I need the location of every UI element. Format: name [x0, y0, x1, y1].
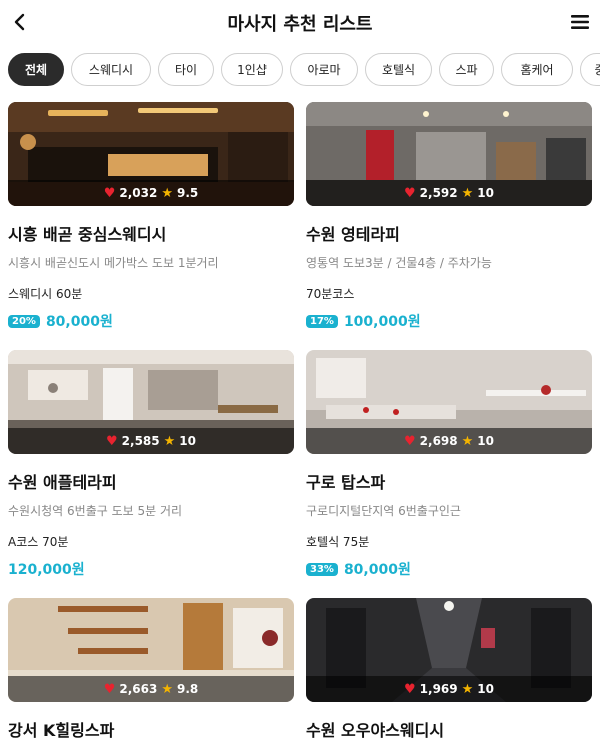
category-chip-thai[interactable]: 타이: [158, 53, 214, 86]
hamburger-menu-icon: [571, 15, 589, 29]
likes-count: 2,698: [419, 434, 458, 448]
price-row: 20% 80,000원: [8, 311, 294, 331]
rating-score: 9.5: [177, 186, 199, 200]
shop-card[interactable]: ♥ 2,592 ★ 10 수원 영테라피 영통역 도보3분 / 건물4층 / 주…: [306, 102, 592, 331]
star-icon: ★: [461, 433, 474, 449]
shop-location: 영통역 도보3분 / 건물4층 / 주차가능: [306, 256, 492, 270]
heart-icon: ♥: [103, 185, 116, 201]
category-chip-aroma[interactable]: 아로마: [290, 53, 358, 86]
shop-card[interactable]: ♥ 1,969 ★ 10 수원 오우야스웨디시: [306, 598, 592, 740]
likes-count: 2,663: [119, 682, 158, 696]
category-chip-private-shop[interactable]: 1인샵: [221, 53, 283, 86]
shop-thumbnail: ♥ 2,585 ★ 10: [8, 350, 294, 454]
price-row: 33% 80,000원: [306, 559, 592, 579]
rating-score: 10: [477, 682, 494, 696]
star-icon: ★: [161, 185, 173, 201]
page-title: 마사지 추천 리스트: [227, 14, 373, 35]
shop-name: 수원 애플테라피: [8, 473, 117, 492]
star-icon: ★: [461, 185, 474, 201]
category-chip-more[interactable]: 중: [580, 53, 600, 86]
heart-icon: ♥: [106, 433, 118, 449]
course-name: 70분코스: [306, 287, 355, 301]
shop-thumbnail: ♥ 2,032 ★ 9.5: [8, 102, 294, 206]
shop-card[interactable]: ♥ 2,032 ★ 9.5 시흥 배곧 중심스웨디시 시흥시 배곧신도시 메가박…: [8, 102, 294, 331]
discount-badge: 17%: [306, 314, 338, 328]
rating-score: 9.8: [177, 682, 199, 696]
price: 80,000원: [45, 314, 113, 330]
category-chip-homecare[interactable]: 홈케어: [501, 53, 573, 86]
discount-badge: 20%: [8, 314, 40, 328]
shop-card[interactable]: ♥ 2,663 ★ 9.8 강서 K힐링스파: [8, 598, 294, 740]
star-icon: ★: [163, 433, 176, 449]
shop-name: 강서 K힐링스파: [8, 721, 115, 740]
shop-name: 시흥 배곧 중심스웨디시: [8, 225, 167, 244]
rating-score: 10: [477, 434, 494, 448]
category-filter-bar: 전체 스웨디시 타이 1인샵 아로마 호텔식 스파 홈케어 중: [8, 53, 600, 86]
rating-bar: ♥ 2,032 ★ 9.5: [8, 180, 294, 206]
rating-bar: ♥ 2,585 ★ 10: [8, 428, 294, 454]
likes-count: 2,585: [121, 434, 160, 448]
likes-count: 2,592: [419, 186, 458, 200]
rating-bar: ♥ 2,592 ★ 10: [306, 180, 592, 206]
shop-name: 수원 오우야스웨디시: [306, 721, 445, 740]
heart-icon: ♥: [404, 433, 416, 449]
shop-thumbnail: ♥ 2,663 ★ 9.8: [8, 598, 294, 702]
shop-name: 수원 영테라피: [306, 225, 400, 244]
category-chip-spa[interactable]: 스파: [439, 53, 494, 86]
shop-location: 시흥시 배곧신도시 메가박스 도보 1분거리: [8, 256, 219, 270]
discount-badge: 33%: [306, 562, 338, 576]
course-name: 호텔식 75분: [306, 535, 370, 549]
likes-count: 2,032: [119, 186, 158, 200]
heart-icon: ♥: [103, 681, 116, 697]
course-name: A코스 70분: [8, 535, 69, 549]
app-header: 마사지 추천 리스트: [0, 0, 600, 44]
menu-button[interactable]: [570, 12, 590, 32]
rating-score: 10: [179, 434, 196, 448]
heart-icon: ♥: [404, 185, 416, 201]
heart-icon: ♥: [404, 681, 416, 697]
category-chip-all[interactable]: 전체: [8, 53, 64, 86]
rating-bar: ♥ 2,698 ★ 10: [306, 428, 592, 454]
rating-score: 10: [477, 186, 494, 200]
price: 80,000원: [343, 562, 411, 578]
rating-bar: ♥ 2,663 ★ 9.8: [8, 676, 294, 702]
shop-thumbnail: ♥ 2,592 ★ 10: [306, 102, 592, 206]
shop-card[interactable]: ♥ 2,698 ★ 10 구로 탑스파 구로디지털단지역 6번출구인근 호텔식 …: [306, 350, 592, 579]
category-chip-hotel[interactable]: 호텔식: [365, 53, 432, 86]
shop-thumbnail: ♥ 1,969 ★ 10: [306, 598, 592, 702]
shop-thumbnail: ♥ 2,698 ★ 10: [306, 350, 592, 454]
shop-location: 수원시청역 6번출구 도보 5분 거리: [8, 504, 183, 518]
star-icon: ★: [161, 681, 173, 697]
likes-count: 1,969: [419, 682, 458, 696]
price: 100,000원: [343, 314, 421, 330]
shop-name: 구로 탑스파: [306, 473, 386, 492]
price-row: 120,000원: [8, 559, 294, 579]
category-chip-swedish[interactable]: 스웨디시: [71, 53, 151, 86]
course-name: 스웨디시 60분: [8, 287, 83, 301]
shop-card[interactable]: ♥ 2,585 ★ 10 수원 애플테라피 수원시청역 6번출구 도보 5분 거…: [8, 350, 294, 579]
rating-bar: ♥ 1,969 ★ 10: [306, 676, 592, 702]
shop-location: 구로디지털단지역 6번출구인근: [306, 504, 461, 518]
price: 120,000원: [8, 562, 85, 578]
star-icon: ★: [461, 681, 474, 697]
price-row: 17% 100,000원: [306, 311, 592, 331]
